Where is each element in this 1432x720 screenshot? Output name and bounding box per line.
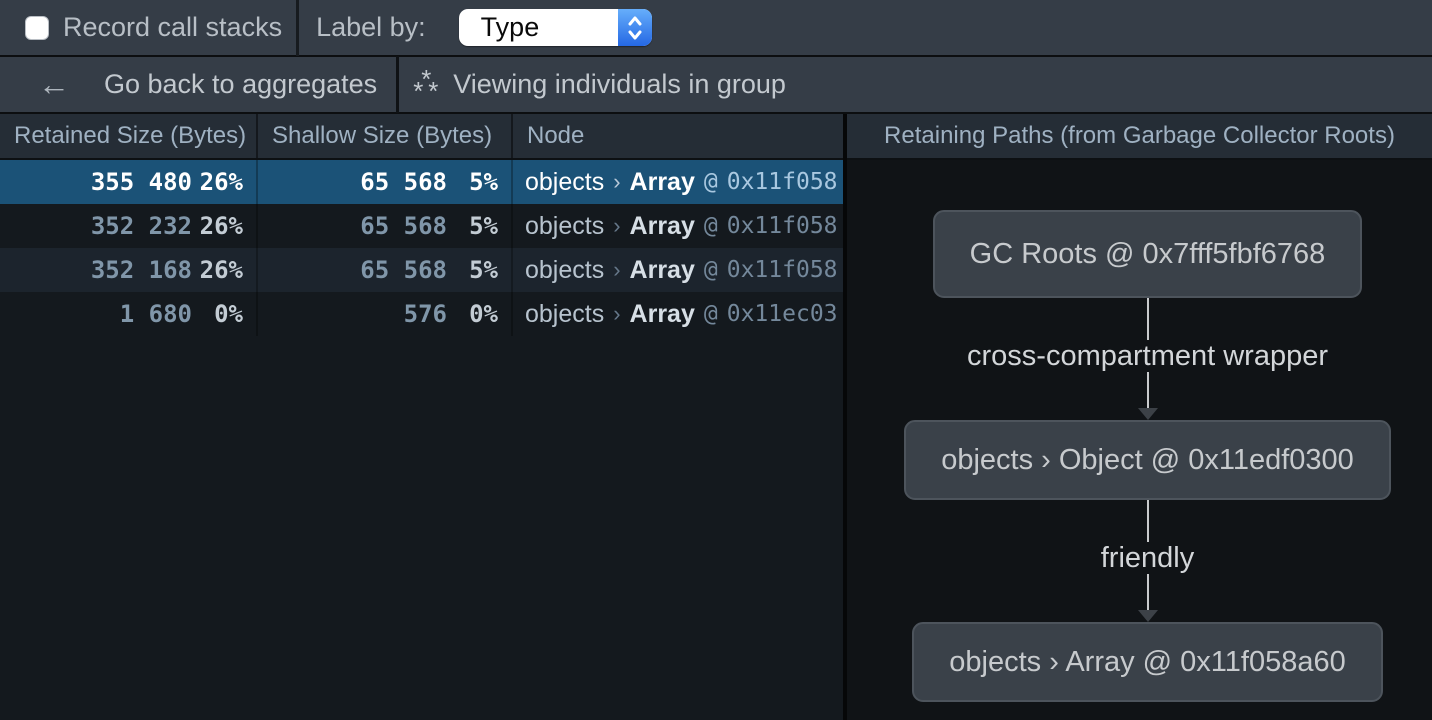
shallow-size-value: 576	[404, 300, 447, 328]
shallow-size-percent: 0%	[447, 300, 511, 328]
graph-node-object[interactable]: objects › Object @ 0x11edf0300	[904, 420, 1391, 500]
column-header-node[interactable]: Node	[513, 114, 843, 158]
node-prefix: objects	[525, 256, 604, 285]
node-separator: ›	[613, 169, 620, 195]
shallow-size-value: 65 568	[360, 168, 447, 196]
label-by-select[interactable]: Type	[459, 9, 652, 46]
select-stepper-icon	[618, 9, 652, 46]
column-header-shallow-size[interactable]: Shallow Size (Bytes)	[258, 114, 513, 158]
retained-size-percent: 26%	[192, 256, 256, 284]
node-address: 0x11f058	[727, 169, 838, 195]
toolbar-divider	[296, 0, 299, 56]
retaining-paths-graph: GC Roots @ 0x7fff5fbf6768 cross-compartm…	[855, 160, 1432, 720]
node-at-sign: @	[704, 301, 718, 327]
edge-line	[1147, 574, 1149, 610]
node-prefix: objects	[525, 300, 604, 329]
retained-size-value: 355 480	[91, 168, 192, 196]
graph-edge: friendly	[1101, 500, 1195, 622]
go-back-to-aggregates-button[interactable]: Go back to aggregates	[104, 69, 377, 100]
nav-divider	[396, 56, 399, 113]
label-by-selected-value: Type	[459, 12, 618, 43]
shallow-size-value: 65 568	[360, 256, 447, 284]
table-row[interactable]: 1 680 0% 576 0% objects › Array @ 0x11ec…	[0, 292, 843, 336]
node-type: Array	[630, 212, 695, 241]
table-header-row: Retained Size (Bytes) Shallow Size (Byte…	[0, 114, 843, 160]
edge-label: cross-compartment wrapper	[967, 340, 1328, 372]
shallow-size-percent: 5%	[447, 168, 511, 196]
back-arrow-icon[interactable]: ←	[38, 66, 70, 103]
node-address: 0x11ec03	[727, 301, 838, 327]
node-type: Array	[630, 300, 695, 329]
shallow-size-percent: 5%	[447, 212, 511, 240]
table-row[interactable]: 355 480 26% 65 568 5% objects › Array @ …	[0, 160, 843, 204]
retained-size-value: 352 168	[91, 256, 192, 284]
individuals-table-pane: Retained Size (Bytes) Shallow Size (Byte…	[0, 114, 843, 720]
node-separator: ›	[613, 213, 620, 239]
individuals-nav-bar: ← Go back to aggregates *** Viewing indi…	[0, 57, 1432, 114]
node-at-sign: @	[704, 169, 718, 195]
table-row[interactable]: 352 168 26% 65 568 5% objects › Array @ …	[0, 248, 843, 292]
label-by-label: Label by:	[316, 12, 426, 43]
table-empty-area	[0, 336, 843, 720]
node-address: 0x11f058	[727, 213, 838, 239]
record-call-stacks-checkbox[interactable]	[25, 16, 49, 40]
memory-toolbar: Record call stacks Label by: Type	[0, 0, 1432, 57]
retained-size-value: 352 232	[91, 212, 192, 240]
group-asterism-icon: ***	[413, 69, 443, 101]
viewing-individuals-label: Viewing individuals in group	[453, 69, 786, 100]
column-header-retained-size[interactable]: Retained Size (Bytes)	[0, 114, 258, 158]
arrowhead-icon	[1138, 610, 1158, 622]
shallow-size-percent: 5%	[447, 256, 511, 284]
retained-size-percent: 26%	[192, 212, 256, 240]
retaining-paths-pane: Retaining Paths (from Garbage Collector …	[847, 114, 1432, 720]
node-type: Array	[630, 168, 695, 197]
record-call-stacks-label: Record call stacks	[63, 12, 282, 43]
node-type: Array	[630, 256, 695, 285]
table-row[interactable]: 352 232 26% 65 568 5% objects › Array @ …	[0, 204, 843, 248]
retained-size-percent: 0%	[192, 300, 256, 328]
shallow-size-value: 65 568	[360, 212, 447, 240]
graph-edge: cross-compartment wrapper	[967, 298, 1328, 420]
arrowhead-icon	[1138, 408, 1158, 420]
retaining-paths-title: Retaining Paths (from Garbage Collector …	[847, 114, 1432, 160]
node-separator: ›	[613, 301, 620, 327]
node-prefix: objects	[525, 168, 604, 197]
graph-node-array[interactable]: objects › Array @ 0x11f058a60	[912, 622, 1382, 702]
node-separator: ›	[613, 257, 620, 283]
edge-line	[1147, 372, 1149, 408]
node-address: 0x11f058	[727, 257, 838, 283]
node-prefix: objects	[525, 212, 604, 241]
graph-node-gc-roots[interactable]: GC Roots @ 0x7fff5fbf6768	[933, 210, 1363, 298]
retained-size-percent: 26%	[192, 168, 256, 196]
node-at-sign: @	[704, 257, 718, 283]
node-at-sign: @	[704, 213, 718, 239]
edge-line	[1147, 500, 1149, 542]
edge-line	[1147, 298, 1149, 340]
edge-label: friendly	[1101, 542, 1195, 574]
retained-size-value: 1 680	[120, 300, 192, 328]
